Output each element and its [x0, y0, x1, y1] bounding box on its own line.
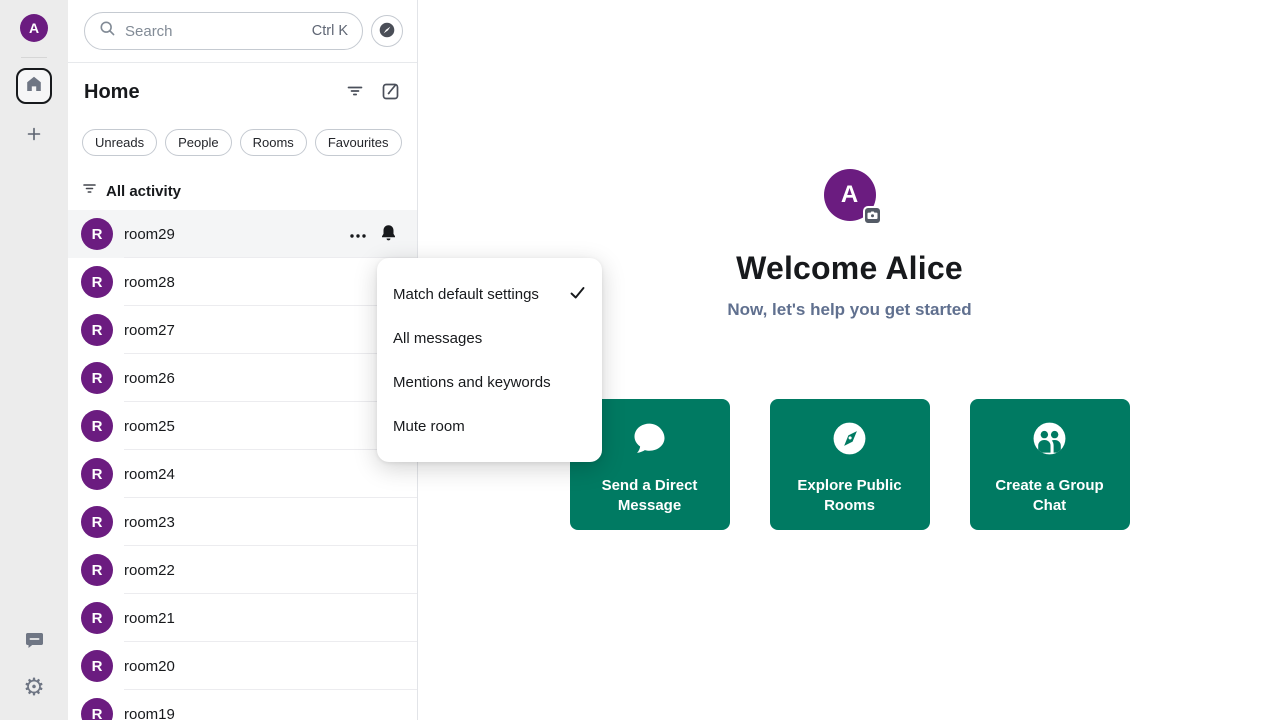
room-list-item[interactable]: R room28: [68, 258, 417, 306]
menu-item-all-messages[interactable]: All messages: [377, 316, 602, 360]
room-list-item[interactable]: R room21: [68, 594, 417, 642]
filter-button[interactable]: [346, 82, 364, 103]
room-avatar: R: [81, 218, 113, 250]
room-name: room23: [124, 514, 175, 531]
search-input[interactable]: Search Ctrl K: [84, 12, 363, 50]
room-name: room24: [124, 466, 175, 483]
room-avatar: R: [81, 410, 113, 442]
spaces-sidebar: A ⚙: [0, 0, 68, 720]
room-list-item[interactable]: R room22: [68, 546, 417, 594]
filter-pills: Unreads People Rooms Favourites: [68, 104, 417, 156]
room-name: room21: [124, 610, 175, 627]
filter-pill-rooms[interactable]: Rooms: [240, 129, 307, 156]
sort-filter-icon: [82, 181, 97, 201]
room-list: R room29 R room28 R room27 R room26: [68, 210, 417, 720]
room-list-item[interactable]: R room26: [68, 354, 417, 402]
room-name: room29: [124, 226, 175, 243]
search-shortcut: Ctrl K: [312, 23, 348, 39]
camera-badge[interactable]: [863, 206, 882, 225]
room-list-item[interactable]: R room19: [68, 690, 417, 720]
room-list-panel: Search Ctrl K Home Unreads Peop: [68, 0, 418, 720]
search-icon: [99, 20, 116, 42]
bell-icon: [380, 224, 397, 245]
room-name: room22: [124, 562, 175, 579]
room-list-item[interactable]: R room27: [68, 306, 417, 354]
room-avatar: R: [81, 266, 113, 298]
room-list-item[interactable]: R room24: [68, 450, 417, 498]
sort-selector[interactable]: All activity: [68, 156, 417, 201]
create-group-chat-button[interactable]: Create a Group Chat: [970, 399, 1130, 530]
sort-label: All activity: [106, 183, 181, 200]
card-label: Explore Public Rooms: [782, 476, 918, 516]
room-name: room28: [124, 274, 175, 291]
room-name: room19: [124, 706, 175, 720]
explore-rooms-button[interactable]: [371, 15, 403, 47]
room-avatar: R: [81, 650, 113, 682]
onboarding-actions: Send a Direct Message Explore Public Roo…: [570, 399, 1130, 530]
home-space-button[interactable]: [16, 68, 52, 104]
explore-public-rooms-button[interactable]: Explore Public Rooms: [770, 399, 930, 530]
compose-button[interactable]: [381, 81, 401, 104]
menu-item-mentions-keywords[interactable]: Mentions and keywords: [377, 360, 602, 404]
filter-pill-favourites[interactable]: Favourites: [315, 129, 402, 156]
compose-icon: [381, 81, 401, 104]
profile-avatar[interactable]: A: [824, 169, 876, 221]
room-name: room27: [124, 322, 175, 339]
room-avatar: R: [81, 698, 113, 720]
welcome-subtitle: Now, let's help you get started: [727, 300, 971, 320]
notification-settings-menu: Match default settings All messages Ment…: [377, 258, 602, 462]
menu-item-label: Match default settings: [393, 286, 539, 303]
filter-pill-people[interactable]: People: [165, 129, 231, 156]
menu-item-label: All messages: [393, 330, 482, 347]
room-avatar: R: [81, 458, 113, 490]
group-icon: [1031, 420, 1068, 457]
gear-icon: ⚙: [23, 676, 45, 700]
sidebar-divider: [21, 57, 47, 58]
card-label: Create a Group Chat: [982, 476, 1118, 516]
room-list-item[interactable]: R room23: [68, 498, 417, 546]
menu-item-label: Mute room: [393, 418, 465, 435]
chat-bubble-icon: [631, 420, 668, 457]
room-name: room26: [124, 370, 175, 387]
room-avatar: R: [81, 362, 113, 394]
home-icon: [25, 75, 43, 98]
plus-icon: [26, 126, 42, 147]
room-more-options-button[interactable]: [349, 227, 367, 242]
room-name: room20: [124, 658, 175, 675]
welcome-title: Welcome Alice: [736, 250, 963, 287]
filter-lines-icon: [346, 82, 364, 103]
room-avatar: R: [81, 602, 113, 634]
room-notifications-button[interactable]: [380, 224, 397, 245]
room-list-item[interactable]: R room20: [68, 642, 417, 690]
add-space-button[interactable]: [18, 120, 50, 152]
user-avatar[interactable]: A: [20, 14, 48, 42]
more-options-icon: [349, 227, 367, 242]
card-label: Send a Direct Message: [582, 476, 718, 516]
room-list-item[interactable]: R room25: [68, 402, 417, 450]
settings-button[interactable]: ⚙: [18, 672, 50, 704]
page-title: Home: [84, 81, 140, 104]
compass-icon: [831, 420, 868, 457]
compass-icon: [378, 21, 396, 42]
room-name: room25: [124, 418, 175, 435]
room-avatar: R: [81, 554, 113, 586]
filter-pill-unreads[interactable]: Unreads: [82, 129, 157, 156]
threads-button[interactable]: [18, 627, 50, 659]
menu-item-mute-room[interactable]: Mute room: [377, 404, 602, 448]
checkmark-icon: [569, 284, 586, 305]
room-list-item[interactable]: R room29: [68, 210, 417, 258]
menu-item-label: Mentions and keywords: [393, 374, 551, 391]
search-placeholder: Search: [125, 23, 173, 40]
room-avatar: R: [81, 506, 113, 538]
threads-icon: [24, 630, 45, 656]
room-avatar: R: [81, 314, 113, 346]
menu-item-match-default[interactable]: Match default settings: [377, 272, 602, 316]
avatar-letter: A: [841, 181, 858, 209]
